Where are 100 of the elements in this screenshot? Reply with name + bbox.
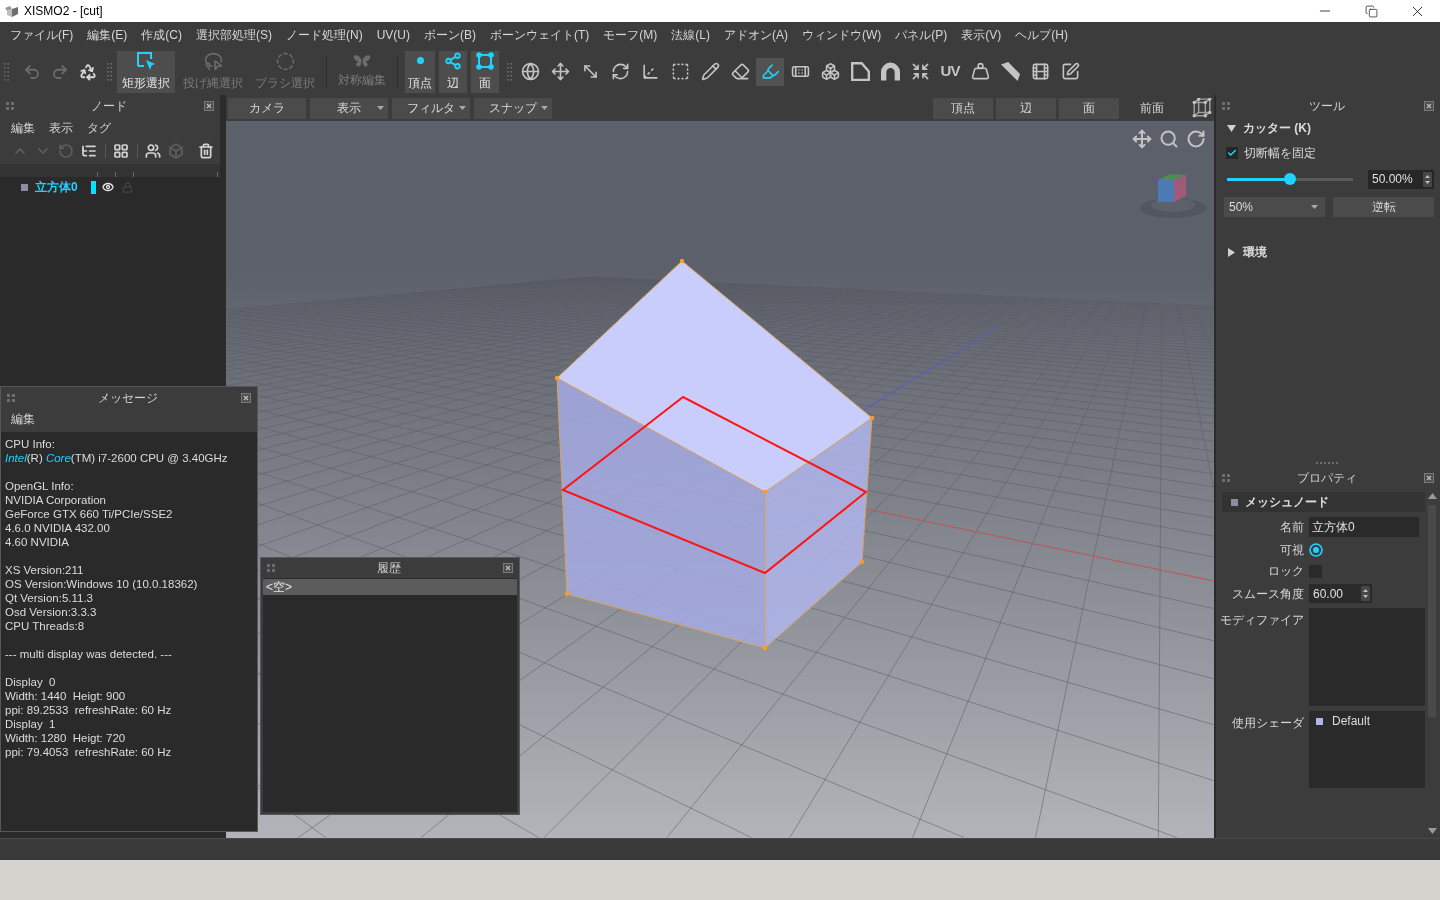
toolbar-grip-icon[interactable]: [107, 62, 112, 81]
spin-arrows-icon[interactable]: [1423, 171, 1432, 187]
message-line: --- multi display was detected. ---: [5, 647, 173, 661]
element-mode-button[interactable]: 面: [471, 50, 499, 93]
people-icon[interactable]: [145, 143, 161, 159]
eraser-icon[interactable]: [730, 62, 750, 81]
section-header[interactable]: カッター (K): [1216, 117, 1440, 139]
grid-icon[interactable]: [113, 143, 129, 159]
element-filter-button[interactable]: 辺: [996, 97, 1056, 119]
element-mode-button[interactable]: 辺: [439, 50, 467, 93]
menu-item[interactable]: ボーン(B): [424, 26, 476, 44]
menu-item[interactable]: ヘルプ(H): [1015, 26, 1068, 44]
menu-item[interactable]: 編集(E): [87, 26, 128, 44]
recycle-icon[interactable]: [79, 62, 97, 81]
text-field[interactable]: 立方体0: [1309, 517, 1419, 537]
selection-mode-button[interactable]: 矩形選択: [117, 50, 175, 93]
toolbar-grip-icon[interactable]: [4, 62, 9, 81]
toolbar-grip-icon[interactable]: [507, 62, 512, 81]
trash-icon[interactable]: [198, 143, 214, 159]
radio-button[interactable]: [1309, 543, 1323, 557]
history-item[interactable]: <空>: [263, 579, 517, 595]
weight-icon[interactable]: [970, 62, 990, 81]
menu-item[interactable]: ノード処理(N): [286, 26, 363, 44]
menu-item[interactable]: 編集: [11, 410, 35, 428]
eye-icon[interactable]: [101, 181, 114, 193]
arch-icon[interactable]: [880, 62, 900, 81]
message-line: Width: 1440 Heigt: 900: [5, 689, 127, 703]
drag-handle-icon[interactable]: [267, 564, 275, 572]
cubes-icon[interactable]: [820, 62, 840, 81]
view-button[interactable]: 前面: [1140, 99, 1164, 117]
view-menu-button[interactable]: フィルタ: [392, 97, 470, 119]
checkbox[interactable]: [1226, 147, 1238, 159]
node-name[interactable]: 立方体0: [35, 178, 78, 196]
hierarchy-icon[interactable]: [81, 143, 97, 159]
slider-thumb[interactable]: [1284, 173, 1296, 185]
move-icon[interactable]: [550, 62, 570, 81]
view-menu-button[interactable]: スナップ: [474, 97, 552, 119]
spin-field[interactable]: 60.00: [1309, 584, 1372, 603]
message-line: 4.6.0 NVIDIA 432.00: [5, 521, 111, 535]
element-filter-button[interactable]: 頂点: [933, 97, 993, 119]
active-tool-button[interactable]: [756, 57, 784, 86]
view-menu-button[interactable]: 表示: [310, 97, 388, 119]
drag-handle-icon[interactable]: [1222, 102, 1230, 110]
globe-icon[interactable]: [520, 62, 540, 81]
menu-item[interactable]: 作成(C): [141, 26, 182, 44]
spin-arrows-icon[interactable]: [1361, 586, 1370, 601]
close-icon[interactable]: [1424, 473, 1434, 483]
drag-handle-icon[interactable]: [1222, 474, 1230, 482]
list-item[interactable]: Default: [1309, 713, 1425, 729]
splitter-handle-icon[interactable]: [1316, 462, 1340, 464]
menu-item[interactable]: ボーンウェイト(T): [490, 26, 590, 44]
lasso-icon: [203, 51, 223, 71]
slanted-bar-icon[interactable]: [1000, 62, 1020, 81]
reverse-button[interactable]: 逆転: [1333, 197, 1434, 217]
spin-field[interactable]: 50.00%: [1368, 169, 1434, 189]
uv-tool-button[interactable]: UV: [936, 57, 964, 86]
menu-item[interactable]: 表示(V): [961, 26, 1002, 44]
film-icon[interactable]: [1030, 62, 1050, 81]
close-icon[interactable]: [204, 101, 214, 111]
section-header[interactable]: 環境: [1216, 241, 1440, 263]
menu-item[interactable]: アドオン(A): [724, 26, 788, 44]
zoom-icon[interactable]: [1159, 129, 1179, 149]
panel-title: ツール: [1308, 98, 1346, 115]
scroll-down-icon[interactable]: [1427, 828, 1437, 834]
close-icon[interactable]: [503, 563, 513, 573]
edit-icon[interactable]: [1060, 62, 1080, 81]
caret-icon: [459, 105, 466, 110]
menu-item[interactable]: モーフ(M): [603, 26, 658, 44]
drag-handle-icon[interactable]: [6, 102, 14, 110]
menu-item[interactable]: 編集: [11, 118, 35, 137]
element-mode-button[interactable]: 頂点: [405, 50, 435, 93]
view-menu-button[interactable]: カメラ: [228, 97, 306, 119]
list-box[interactable]: Default: [1309, 711, 1425, 788]
app-logo-icon: [5, 5, 19, 17]
close-icon[interactable]: [1424, 101, 1434, 111]
restore-icon[interactable]: [1364, 4, 1378, 18]
axis-icon[interactable]: [640, 62, 660, 81]
menu-item[interactable]: パネル(P): [895, 26, 948, 44]
menu-item[interactable]: ウィンドウ(W): [802, 26, 882, 44]
menu-item[interactable]: UV(U): [376, 26, 410, 44]
section-bar[interactable]: メッシュノード: [1222, 492, 1425, 512]
scroll-up-icon[interactable]: [1427, 493, 1437, 499]
disclosure-triangle-icon[interactable]: [1227, 124, 1236, 132]
shrink-icon[interactable]: [910, 62, 930, 81]
rotate-icon[interactable]: [610, 62, 630, 81]
wireframe-cube-icon[interactable]: [1192, 98, 1212, 118]
dashed-square-icon[interactable]: [670, 62, 690, 81]
menu-item[interactable]: 法線(L): [671, 26, 710, 44]
menu-item[interactable]: タグ: [87, 118, 111, 137]
drag-handle-icon[interactable]: [7, 393, 15, 402]
dropdown[interactable]: 50%: [1224, 197, 1325, 217]
menu-item[interactable]: 選択部処理(S): [196, 26, 272, 44]
close-icon[interactable]: [241, 392, 251, 403]
move-arrows-icon[interactable]: [1132, 129, 1152, 149]
element-filter-button[interactable]: 面: [1059, 97, 1119, 119]
disclosure-triangle-icon[interactable]: [1228, 247, 1235, 257]
pencil-icon[interactable]: [700, 62, 720, 81]
menu-item[interactable]: 表示: [49, 118, 73, 137]
menu-item[interactable]: ファイル(F): [10, 26, 74, 44]
rotate-arrow-icon[interactable]: [1186, 129, 1206, 149]
